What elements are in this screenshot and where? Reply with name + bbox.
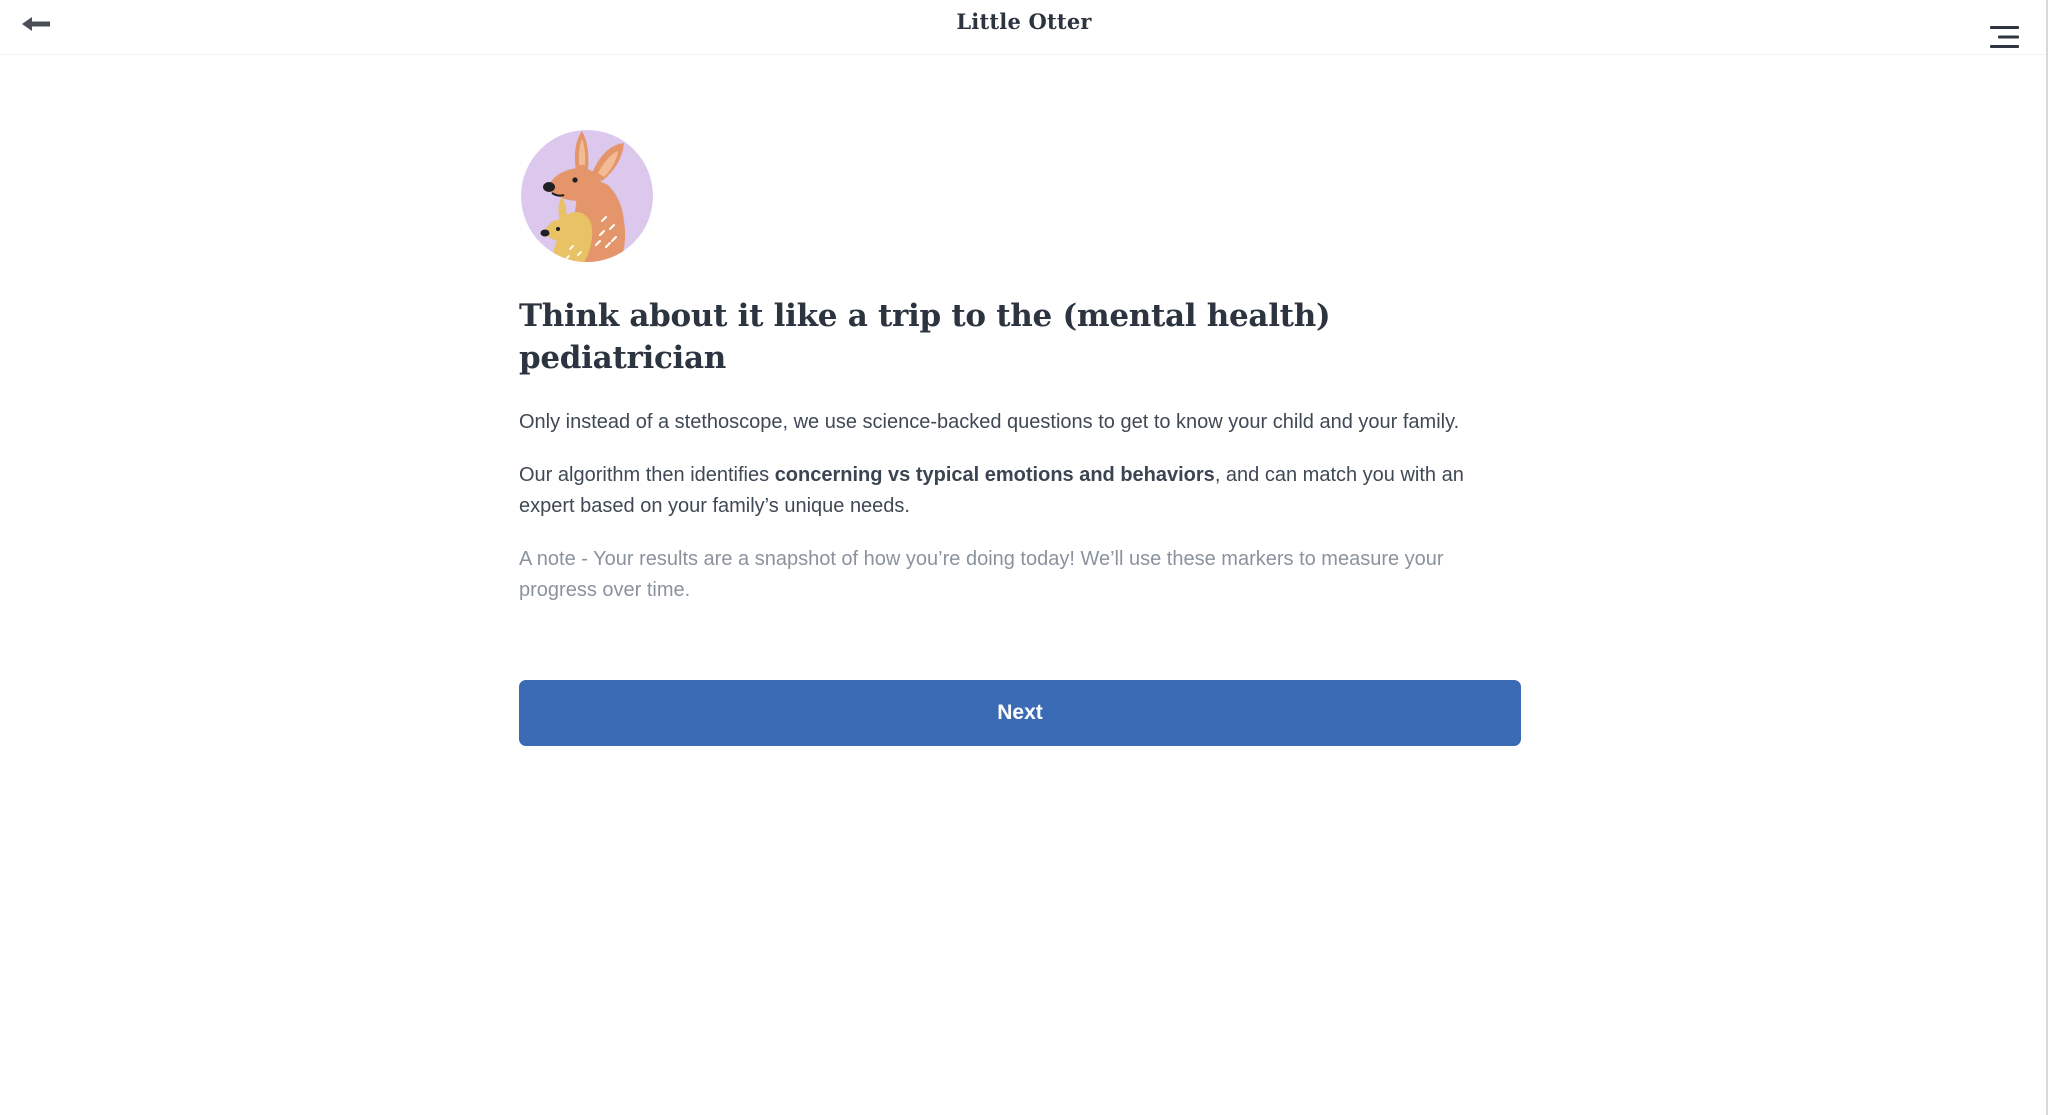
algorithm-text-start: Our algorithm then identifies xyxy=(519,463,775,486)
next-button[interactable]: Next xyxy=(519,679,1521,746)
top-bar: Little Otter xyxy=(0,0,2048,55)
hamburger-menu-icon xyxy=(1990,26,2019,48)
app-title: Little Otter xyxy=(956,9,1092,34)
algorithm-paragraph: Our algorithm then identifies concerning… xyxy=(519,460,1521,523)
algorithm-text-emphasis: concerning vs typical emotions and behav… xyxy=(774,463,1215,486)
note-paragraph: A note - Your results are a snapshot of … xyxy=(519,547,1444,602)
intro-paragraph: Only instead of a stethoscope, we use sc… xyxy=(519,411,1460,433)
menu-button[interactable] xyxy=(1985,22,2025,52)
kangaroo-illustration xyxy=(520,125,656,267)
main-content: Think about it like a trip to the (menta… xyxy=(519,125,1521,746)
page-title: Think about it like a trip to the (menta… xyxy=(519,298,1331,376)
